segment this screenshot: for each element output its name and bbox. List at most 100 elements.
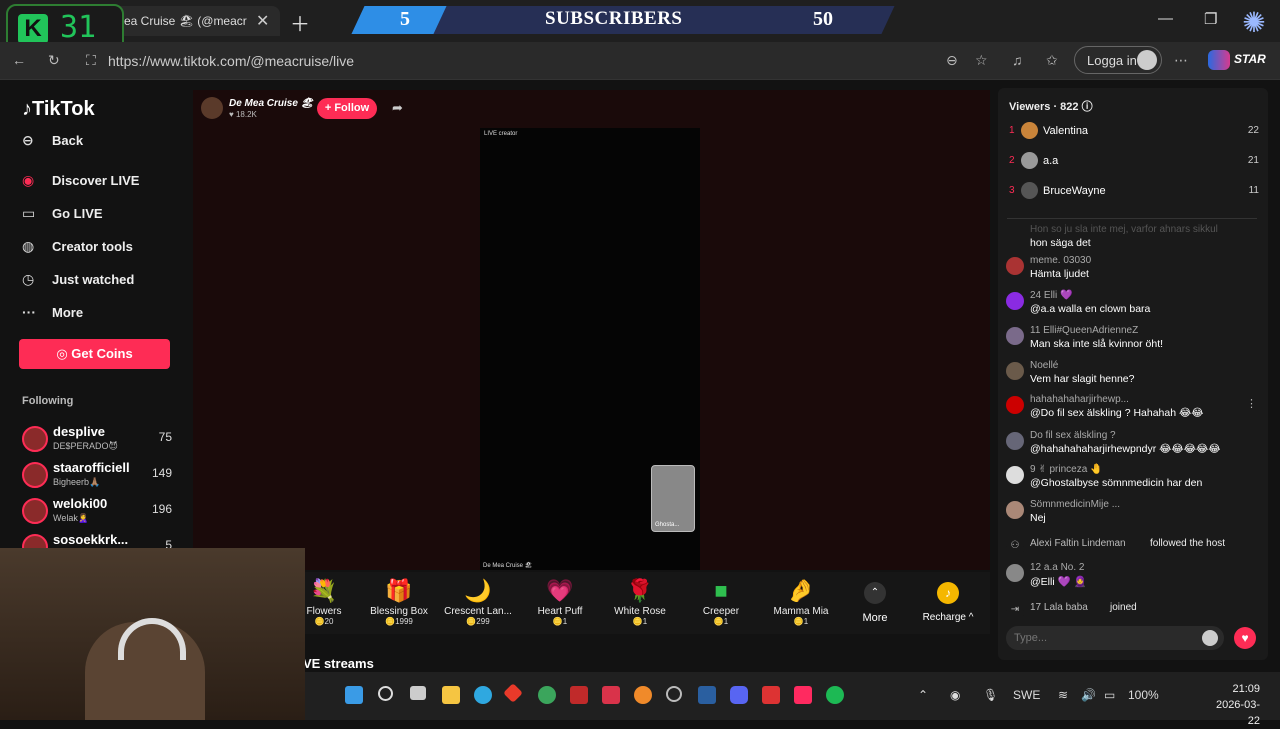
avatar	[1006, 501, 1024, 519]
chrome-icon[interactable]	[538, 686, 556, 704]
acrobat-icon[interactable]	[570, 686, 588, 704]
viewers-title[interactable]: Viewers · 822 ⓘ	[1009, 98, 1093, 114]
tiktok-logo-text: TikTok	[32, 98, 95, 120]
viewer-rank: 3	[1009, 185, 1015, 196]
microphone-icon[interactable]: 🎙	[983, 688, 998, 702]
login-button[interactable]: Logga in	[1074, 46, 1162, 74]
host-avatar[interactable]	[201, 97, 223, 119]
gift-item[interactable]: 💗 Heart Puff 🪙1	[522, 578, 598, 626]
more-options-icon[interactable]: ⋯	[1174, 52, 1188, 69]
nav-just-watched[interactable]: ◷ Just watched	[22, 271, 134, 288]
minimize-icon[interactable]: —	[1158, 10, 1173, 27]
nav-discover-live[interactable]: ◉ Discover LIVE	[22, 172, 139, 189]
viewer-name: BruceWayne	[1043, 185, 1106, 197]
kick-counter-value: 31	[60, 10, 97, 45]
app-icon[interactable]	[602, 686, 620, 704]
gift-item[interactable]: 🤌 Mamma Mia 🪙1	[763, 578, 839, 626]
restore-icon[interactable]: ❐	[1204, 10, 1217, 28]
chat-input[interactable]	[1006, 626, 1224, 650]
gift-item[interactable]: 🌹 White Rose 🪙1	[602, 578, 678, 626]
read-aloud-icon[interactable]: ♫	[1012, 52, 1023, 68]
get-coins-button[interactable]: ◎ Get Coins	[19, 339, 170, 369]
file-explorer-icon[interactable]	[442, 686, 460, 704]
tiktok-icon[interactable]	[794, 686, 812, 704]
share-icon[interactable]: ➦	[392, 100, 403, 116]
viewer-score: 11	[1248, 185, 1259, 196]
nav-creator-tools[interactable]: ◍ Creator tools	[22, 238, 133, 255]
browser-tab[interactable]: ea Cruise 🏖 (@meacr	[110, 6, 280, 36]
nav-more[interactable]: ··· More	[22, 304, 83, 320]
gift-more-button[interactable]: ⌃ More	[850, 582, 900, 624]
discord-icon[interactable]	[730, 686, 748, 704]
heart-puff-icon: 💗	[546, 578, 574, 603]
favorites-bar-icon[interactable]: ✩	[1046, 52, 1058, 69]
following-name: sosoekkrk...	[53, 532, 129, 547]
edge-icon[interactable]	[474, 686, 492, 704]
gift-item[interactable]: 🎁 Blessing Box 🪙1999	[361, 578, 437, 626]
emoji-icon[interactable]	[1202, 630, 1218, 646]
back-arrow-icon[interactable]: ←	[12, 52, 26, 68]
subscriber-progress-fill	[351, 6, 447, 34]
chat-text: @a.a walla en clown bara	[1030, 303, 1151, 315]
follow-button[interactable]: + Follow	[317, 98, 377, 119]
subscribers-label: SUBSCRIBERS	[545, 8, 683, 29]
gift-item[interactable]: ■ Creeper 🪙1	[683, 578, 759, 626]
windows-start-icon[interactable]	[345, 686, 363, 704]
new-tab-icon[interactable]: ＋	[290, 8, 310, 37]
gift-price: 🪙1	[713, 617, 729, 626]
nav-creator-tools-label: Creator tools	[52, 239, 133, 254]
mamma-mia-icon: 🤌	[787, 578, 815, 603]
message-options-icon[interactable]: ⋮	[1246, 397, 1257, 410]
tray-chevron-up-icon[interactable]: ⌃	[918, 688, 928, 702]
viewer-name: a.a	[1043, 155, 1059, 167]
nav-go-live[interactable]: ▭ Go LIVE	[22, 205, 103, 222]
gift-item[interactable]: 🌙 Crescent Lan... 🪙299	[440, 578, 516, 626]
system-clock[interactable]: 21:09 2026-03-22	[1208, 681, 1260, 729]
app-icon[interactable]	[762, 686, 780, 704]
guest-video-tile[interactable]: Ghosta...	[651, 465, 695, 532]
refresh-icon[interactable]: ↻	[48, 52, 60, 69]
like-heart-icon[interactable]: ♥	[1234, 627, 1256, 649]
top-viewer-row[interactable]: 2 a.a 21	[1009, 151, 1259, 175]
zoom-icon[interactable]: ⊖	[946, 52, 958, 69]
tiktok-logo[interactable]: ♪TikTok	[22, 98, 95, 121]
chat-text: @Elli 💜 🧕	[1030, 576, 1087, 588]
get-coins-label: Get Coins	[71, 346, 133, 361]
task-view-icon[interactable]	[410, 686, 426, 700]
chat-text: @hahahahaharjirhewpndyr 😂😂😂😂😂	[1030, 443, 1221, 455]
following-name: staarofficiell	[53, 460, 130, 475]
following-name: weloki00	[53, 496, 108, 511]
video-host-name: De Mea Cruise 🏖	[483, 563, 533, 569]
following-item[interactable]: desplive DE$PERADO😈 75	[22, 424, 172, 458]
language-indicator[interactable]: SWE	[1013, 688, 1040, 702]
close-tab-icon[interactable]: ✕	[256, 11, 269, 31]
camera-icon: ▭	[22, 205, 36, 221]
following-item[interactable]: weloki00 Welak🙎‍♀️ 196	[22, 496, 172, 530]
avatar	[22, 462, 48, 488]
gift-price: 🪙1	[552, 617, 568, 626]
copilot-icon[interactable]	[1208, 50, 1230, 70]
app-tray-icon[interactable]: ◉	[950, 688, 960, 702]
wifi-icon[interactable]: ≋	[1058, 688, 1068, 702]
obs-icon[interactable]	[666, 686, 682, 702]
steam-icon[interactable]	[698, 686, 716, 704]
white-rose-icon: 🌹	[626, 578, 654, 603]
spotify-icon[interactable]	[826, 686, 844, 704]
top-viewer-row[interactable]: 3 BruceWayne 11	[1009, 181, 1259, 205]
search-icon[interactable]	[378, 686, 393, 701]
app-icon[interactable]	[634, 686, 652, 704]
star-logo-icon: ✺	[1242, 7, 1266, 38]
following-item[interactable]: staarofficiell Bigheerb🙏🏽 149	[22, 460, 172, 494]
volume-icon[interactable]: 🔊	[1081, 688, 1096, 702]
login-label: Logga in	[1087, 53, 1137, 68]
favorite-icon[interactable]: ☆	[975, 52, 988, 69]
chat-text: followed the host	[1150, 538, 1226, 549]
url-field[interactable]: https://www.tiktok.com/@meacruise/live	[78, 48, 938, 74]
nav-back[interactable]: ⊖ Back	[22, 132, 83, 149]
battery-icon[interactable]: ▭	[1104, 688, 1115, 702]
gift-name: Heart Puff	[537, 606, 583, 617]
host-name[interactable]: De Mea Cruise 🏖	[229, 98, 313, 109]
top-viewer-row[interactable]: 1 Valentina 22	[1009, 121, 1259, 145]
chat-text: @Ghostalbyse sömnmedicin har den	[1030, 477, 1203, 489]
recharge-button[interactable]: ♪ Recharge ^	[920, 582, 976, 623]
